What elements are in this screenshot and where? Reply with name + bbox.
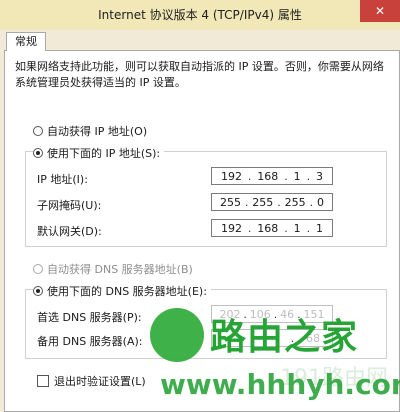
octet: 255 xyxy=(252,195,274,209)
close-button[interactable]: ✕ xyxy=(360,0,400,22)
ip-address-label: IP 地址(I): xyxy=(37,173,88,186)
octet: 0 xyxy=(316,195,324,209)
validate-on-exit-label: 退出时验证设置(L) xyxy=(54,375,146,388)
dns-manual-radio[interactable] xyxy=(33,286,43,296)
octet: 255 xyxy=(219,195,241,209)
ip-manual-option[interactable]: 使用下面的 IP 地址(S): xyxy=(33,145,165,161)
tab-general[interactable]: 常规 xyxy=(6,32,46,51)
octet: 255 xyxy=(284,195,306,209)
default-gateway-label: 默认网关(D): xyxy=(37,225,102,238)
dns-auto-option[interactable]: 自动获得 DNS 服务器地址(B) xyxy=(33,261,193,277)
alternate-dns-label: 备用 DNS 服务器(A): xyxy=(37,335,143,348)
validate-on-exit-option[interactable]: 退出时验证设置(L) xyxy=(37,373,146,389)
ip-auto-radio[interactable] xyxy=(33,126,43,136)
default-gateway-input[interactable]: 192. 168. 1. 1 xyxy=(211,219,333,237)
dns-auto-label: 自动获得 DNS 服务器地址(B) xyxy=(47,263,193,276)
subnet-mask-input[interactable]: 255. 255. 255. 0 xyxy=(211,193,333,211)
octet: 192 xyxy=(220,221,242,235)
dns-auto-radio[interactable] xyxy=(33,264,43,274)
ip-auto-label: 自动获得 IP 地址(O) xyxy=(47,125,148,138)
octet: 3 xyxy=(315,169,323,183)
window-title: Internet 协议版本 4 (TCP/IPv4) 属性 xyxy=(98,8,302,22)
ip-manual-label: 使用下面的 IP 地址(S): xyxy=(47,147,161,160)
octet: 1 xyxy=(293,169,301,183)
validate-on-exit-checkbox[interactable] xyxy=(37,375,49,387)
octet: 1 xyxy=(315,221,323,235)
dns-manual-label: 使用下面的 DNS 服务器地址(E): xyxy=(47,285,207,298)
ip-auto-option[interactable]: 自动获得 IP 地址(O) xyxy=(33,123,147,139)
intro-text: 如果网络支持此功能，则可以获取自动指派的 IP 设置。否则，你需要从网络系统管理… xyxy=(15,60,384,89)
watermark-url: www.hhhyh.com xyxy=(160,368,400,401)
watermark-brand: 路由之家 xyxy=(210,317,359,358)
octet: 1 xyxy=(293,221,301,235)
ip-manual-radio[interactable] xyxy=(33,148,43,158)
octet: 168 xyxy=(257,221,279,235)
watermark-logo-icon xyxy=(150,308,204,362)
dns-manual-option[interactable]: 使用下面的 DNS 服务器地址(E): xyxy=(33,283,211,299)
octet: 192 xyxy=(220,169,242,183)
tab-strip xyxy=(0,30,400,50)
subnet-mask-label: 子网掩码(U): xyxy=(37,199,102,212)
octet: 168 xyxy=(257,169,279,183)
ip-address-input[interactable]: 192. 168. 1. 3 xyxy=(211,167,333,185)
preferred-dns-label: 首选 DNS 服务器(P): xyxy=(37,311,142,324)
